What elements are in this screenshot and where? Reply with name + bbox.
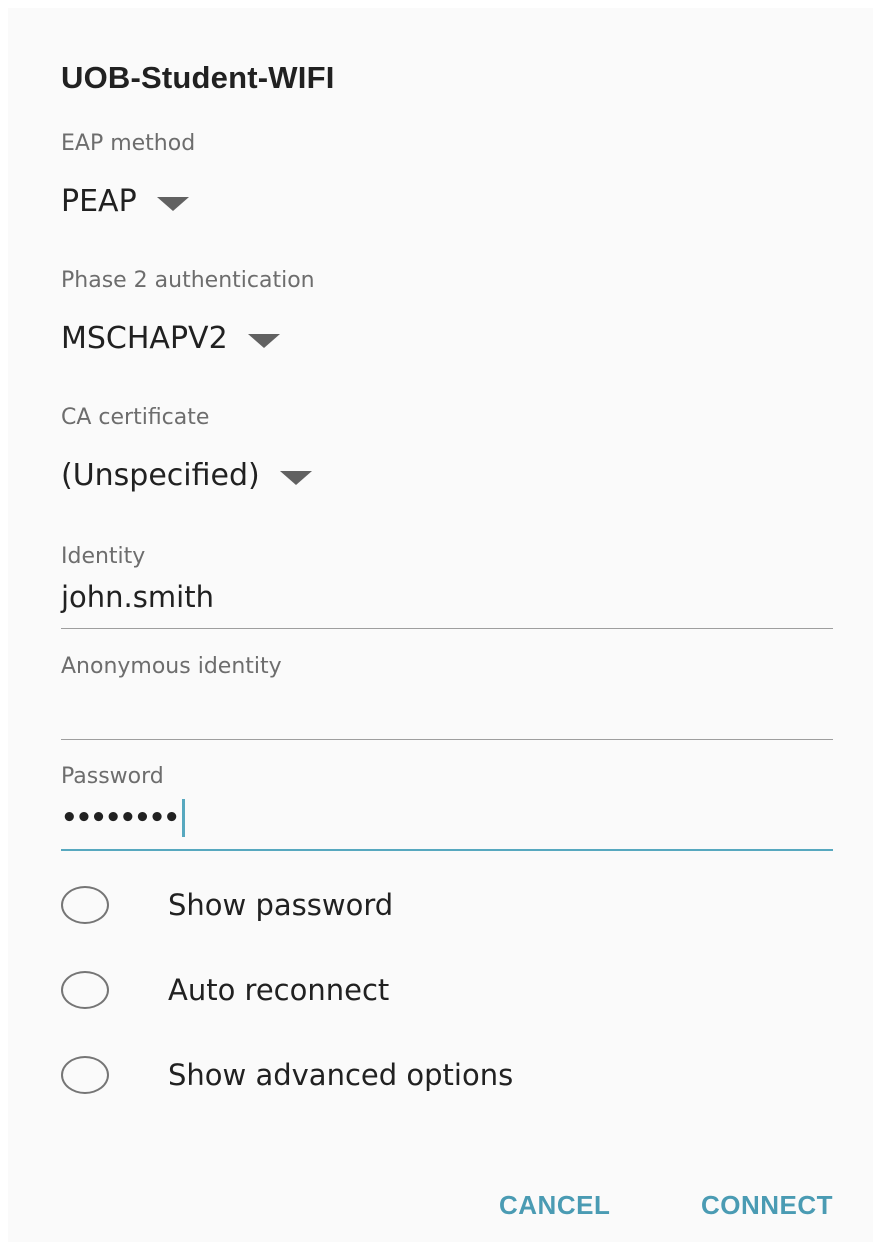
ca-certificate-dropdown[interactable]: (Unspecified) [61,458,312,493]
ca-certificate-value: (Unspecified) [61,458,260,493]
identity-label: Identity [61,544,146,569]
eap-method-dropdown[interactable]: PEAP [61,184,189,219]
connect-button[interactable]: CONNECT [701,1190,833,1221]
unchecked-circle-icon [61,971,109,1009]
unchecked-circle-icon [61,886,109,924]
password-value-wrap: •••••••• [61,798,185,838]
password-label: Password [61,764,164,789]
unchecked-circle-icon [61,1056,109,1094]
password-input[interactable]: •••••••• [61,798,833,851]
password-masked-value: •••••••• [61,803,180,833]
show-advanced-options-checkbox[interactable]: Show advanced options [61,1056,513,1094]
anonymous-identity-input[interactable] [61,692,833,740]
ca-certificate-label: CA certificate [61,405,210,430]
auto-reconnect-checkbox[interactable]: Auto reconnect [61,971,389,1009]
show-password-label: Show password [168,888,394,922]
show-password-checkbox[interactable]: Show password [61,886,393,924]
identity-value: john.smith [61,580,214,614]
phase2-auth-label: Phase 2 authentication [61,268,315,293]
identity-input[interactable]: john.smith [61,580,833,629]
text-cursor [181,799,185,837]
anonymous-identity-label: Anonymous identity [61,654,282,679]
show-advanced-options-label: Show advanced options [168,1058,514,1092]
phase2-auth-value: MSCHAPV2 [61,321,228,356]
eap-method-label: EAP method [61,131,196,156]
wifi-config-dialog: UOB-Student-WIFI EAP method PEAP Phase 2… [8,8,873,1242]
dropdown-arrow-icon [247,333,280,348]
dialog-title: UOB-Student-WIFI [61,60,335,95]
dropdown-arrow-icon [279,470,312,485]
phase2-auth-dropdown[interactable]: MSCHAPV2 [61,321,280,356]
auto-reconnect-label: Auto reconnect [168,973,390,1007]
cancel-button[interactable]: CANCEL [499,1190,610,1221]
dropdown-arrow-icon [156,196,189,211]
eap-method-value: PEAP [61,184,137,219]
